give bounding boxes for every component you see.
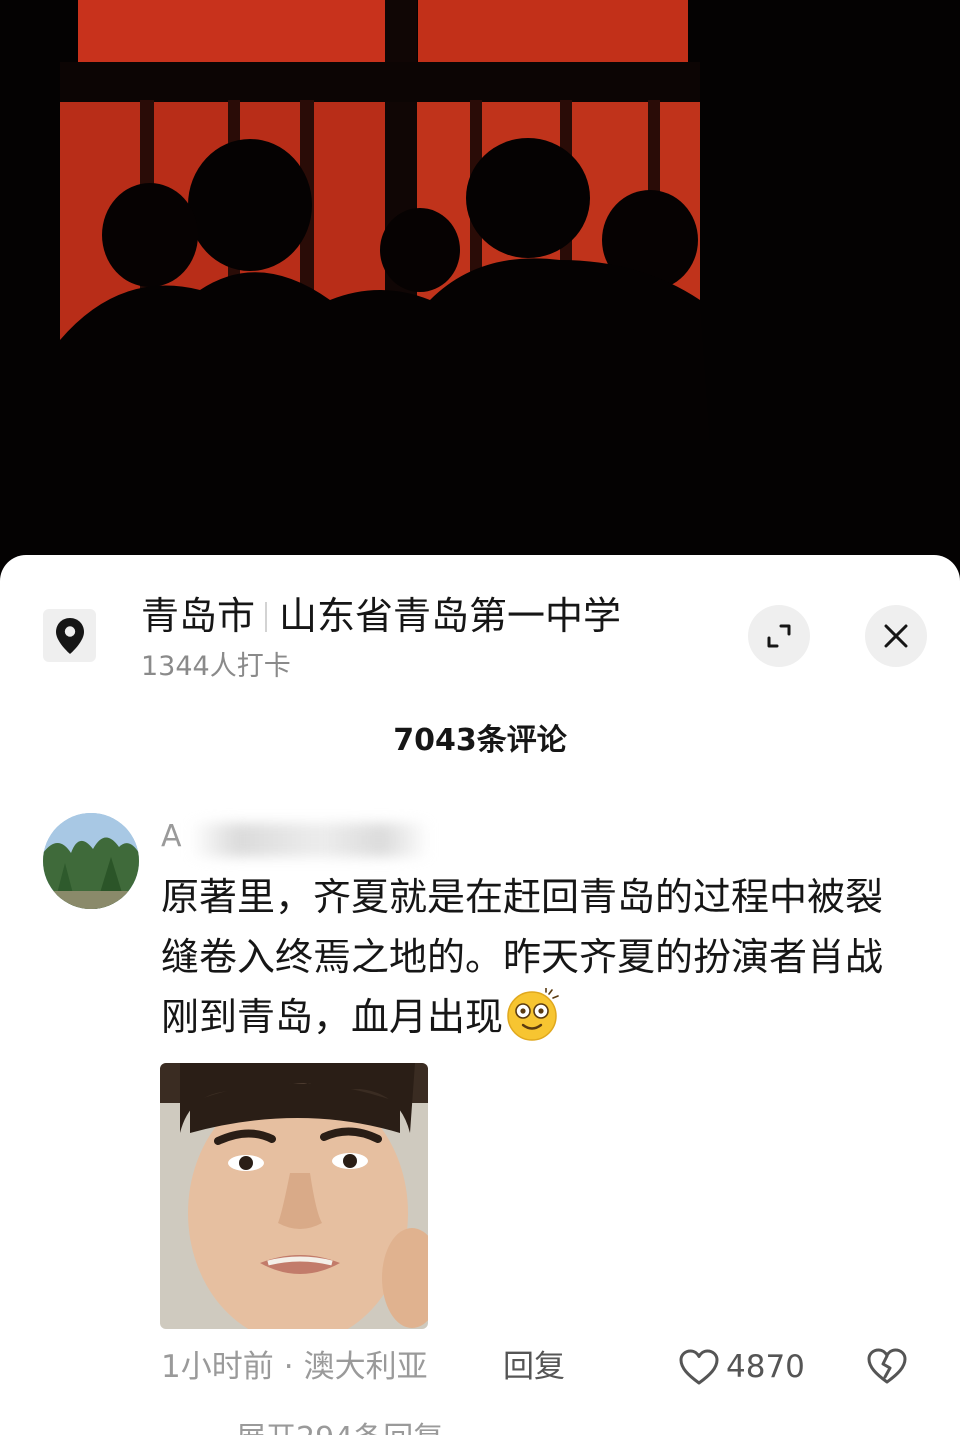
expand-replies-label: 展开294条回复 [236, 1421, 443, 1435]
comment-username[interactable]: A [161, 817, 182, 857]
heart-icon [679, 1349, 719, 1385]
close-button[interactable] [865, 605, 927, 667]
comment-location: 澳大利亚 [303, 1349, 428, 1385]
broken-heart-icon [867, 1348, 907, 1384]
checkin-count: 1344人打卡 [141, 651, 291, 682]
expand-icon [767, 624, 791, 648]
location-place: 山东省青岛第一中学 [279, 594, 622, 638]
title-divider [265, 602, 268, 632]
comment-time: 1小时前 [161, 1349, 274, 1385]
dislike-button[interactable] [866, 1347, 908, 1389]
comment-meta: 1小时前 · 澳大利亚 [161, 1345, 428, 1389]
close-icon [884, 624, 908, 648]
like-count: 4870 [726, 1349, 805, 1385]
username-blur [190, 823, 430, 857]
reply-button[interactable]: 回复 [503, 1345, 565, 1389]
expand-button[interactable] [748, 605, 810, 667]
meta-dot: · [283, 1349, 294, 1385]
location-pin-icon [43, 609, 96, 662]
comments-count-header: 7043条评论 [393, 723, 567, 758]
comment-text: 原著里，齐夏就是在赶回青岛的过程中被裂缝卷入终焉之地的。昨天齐夏的扮演者肖战刚到… [161, 867, 901, 1047]
location-title[interactable]: 青岛市 山东省青岛第一中学 [141, 591, 621, 641]
comments-sheet: 青岛市 山东省青岛第一中学 1344人打卡 7043条评论 A 原著里，齐夏就是在… [0, 555, 960, 1435]
location-city: 青岛市 [141, 594, 256, 638]
like-button[interactable]: 4870 [678, 1345, 805, 1389]
comment-image[interactable] [160, 1063, 428, 1329]
dizzy-face-emoji [505, 987, 559, 1042]
avatar[interactable] [43, 813, 139, 909]
expand-replies-link[interactable]: 展开294条回复 [236, 1419, 443, 1435]
video-background [0, 0, 960, 580]
